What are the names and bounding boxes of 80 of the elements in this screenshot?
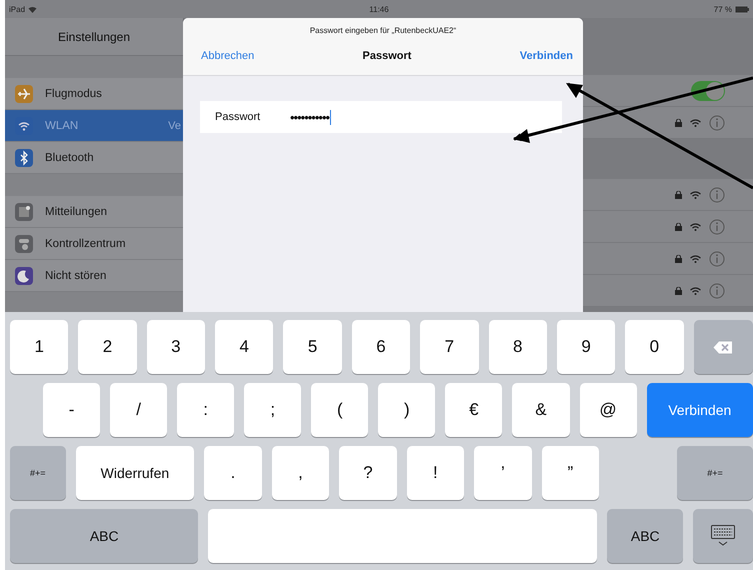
hide-keyboard-key[interactable] [693,509,753,563]
wifi-icon [690,286,701,294]
key[interactable]: ) [378,383,436,437]
key[interactable]: 2 [78,320,137,374]
sidebar-title: Einstellungen [5,18,183,56]
item-label: Flugmodus [45,88,103,100]
key[interactable]: @ [580,383,637,437]
key[interactable]: 4 [215,320,274,374]
wifi-icon [690,222,701,230]
item-label: Kontrollzentrum [45,238,127,250]
password-field[interactable]: Passwort ••••••••••• [200,101,562,133]
settings-item[interactable]: Flugmodus [5,78,183,110]
clock: 11:46 [369,4,389,14]
text-cursor [330,110,332,124]
password-dots: ••••••••••• [290,110,330,124]
info-icon [709,282,725,298]
item-value: Ve [168,120,181,132]
key[interactable]: ? [339,446,397,500]
key[interactable]: ’ [474,446,532,500]
info-icon [709,250,725,266]
device-name: iPad [9,4,26,14]
info-icon [709,114,725,130]
key[interactable]: ! [406,446,464,500]
settings-item[interactable]: Kontrollzentrum [5,228,183,260]
keyboard-icon [711,525,736,547]
key[interactable]: #+= [10,446,66,500]
item-label: Bluetooth [45,152,95,164]
key[interactable]: ABC [10,509,198,563]
connect-key[interactable]: Verbinden [646,383,753,437]
key[interactable]: ABC [607,509,684,563]
key[interactable]: , [272,446,330,500]
item-label: Nicht stören [45,270,108,282]
lock-icon [675,286,682,294]
info-icon [709,186,725,202]
settings-item[interactable]: Mitteilungen [5,196,183,228]
item-label: Mitteilungen [45,206,108,218]
wifi-icon [690,254,701,262]
key[interactable]: - [43,383,100,437]
backspace-icon [713,340,734,354]
field-label: Passwort [215,111,262,123]
cancel-button[interactable]: Abbrechen [201,50,254,62]
bluetooth-icon [15,148,33,166]
lock-icon [675,254,682,262]
plane-icon [15,84,33,102]
key[interactable]: ” [542,446,600,500]
dialog-title: Passwort [362,50,412,62]
connect-button[interactable]: Verbinden [520,50,573,62]
key[interactable]: 9 [556,320,616,374]
key[interactable]: 7 [420,320,479,374]
lock-icon [675,118,682,126]
key[interactable]: : [177,383,234,437]
battery-icon [735,6,749,12]
info-icon [709,218,725,234]
wifi-icon [690,190,701,198]
key[interactable]: 8 [488,320,547,374]
moon-icon [15,266,33,284]
settings-item[interactable]: Bluetooth [5,142,183,174]
lock-icon [675,222,682,230]
key[interactable]: ; [244,383,302,437]
key[interactable]: & [512,383,570,437]
wifi-icon [28,6,38,12]
wifi-icon [690,118,701,126]
key[interactable]: / [110,383,168,437]
key[interactable]: 0 [625,320,684,374]
key[interactable]: 1 [10,320,68,374]
switches-icon [15,234,33,252]
lock-icon [675,190,682,198]
dialog-subtitle: Passwort eingeben für „RutenbeckUAE2“ [308,25,458,37]
key[interactable]: ( [311,383,368,437]
key[interactable]: 3 [146,320,206,374]
key[interactable]: 6 [352,320,410,374]
notes-icon [15,202,33,220]
key[interactable]: . [204,446,262,500]
item-label: WLAN [45,120,80,132]
key[interactable]: € [445,383,502,437]
key[interactable]: #+= [677,446,753,500]
key[interactable]: 5 [283,320,342,374]
battery-percentage: 77 % [714,4,732,14]
settings-item[interactable]: Nicht stören [5,260,183,292]
undo-key[interactable]: Widerrufen [76,446,194,500]
